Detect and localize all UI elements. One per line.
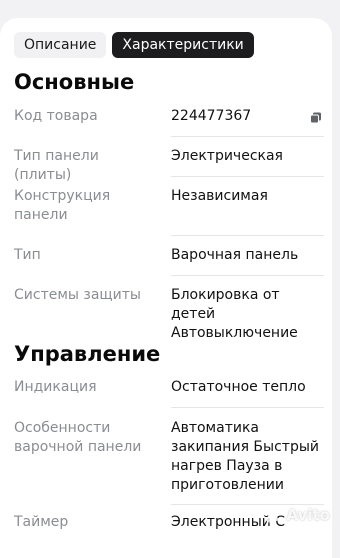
- spec-label: Тип: [14, 246, 159, 265]
- section-title-basic: Основные: [14, 70, 134, 94]
- spec-label: Тип панели (плиты): [14, 147, 159, 185]
- divider: [171, 136, 324, 137]
- divider: [171, 275, 324, 276]
- characteristics-card: Описание Характеристики Основные Код тов…: [0, 18, 332, 558]
- watermark-text: Avito: [287, 506, 330, 524]
- tabs: Описание Характеристики: [14, 32, 254, 58]
- divider: [171, 235, 324, 236]
- spec-value: 224477367: [171, 107, 326, 126]
- spec-label: Индикация: [14, 378, 159, 397]
- tab-characteristics[interactable]: Характеристики: [112, 32, 253, 58]
- spec-label: Код товара: [14, 107, 159, 126]
- avito-logo-icon: [261, 504, 283, 526]
- spec-value: Остаточное тепло: [171, 378, 326, 397]
- avito-watermark: Avito: [261, 504, 330, 526]
- spec-label: Таймер: [14, 513, 159, 532]
- divider: [171, 176, 324, 177]
- spec-value: Блокировка от детей Автовыключение: [171, 286, 326, 343]
- spec-label: Конструкция панели: [14, 187, 159, 225]
- spec-value: Электрическая: [171, 147, 326, 166]
- spec-value: Автоматика закипания Быстрый нагрев Пауз…: [171, 419, 326, 495]
- spec-label: Особенности варочной панели: [14, 419, 159, 457]
- spec-value: Независимая: [171, 187, 326, 206]
- spec-label: Системы защиты: [14, 286, 159, 305]
- tab-description[interactable]: Описание: [14, 32, 106, 58]
- copy-icon[interactable]: [310, 112, 322, 124]
- divider: [171, 407, 324, 408]
- spec-value: Варочная панель: [171, 246, 326, 265]
- section-title-control: Управление: [14, 342, 160, 366]
